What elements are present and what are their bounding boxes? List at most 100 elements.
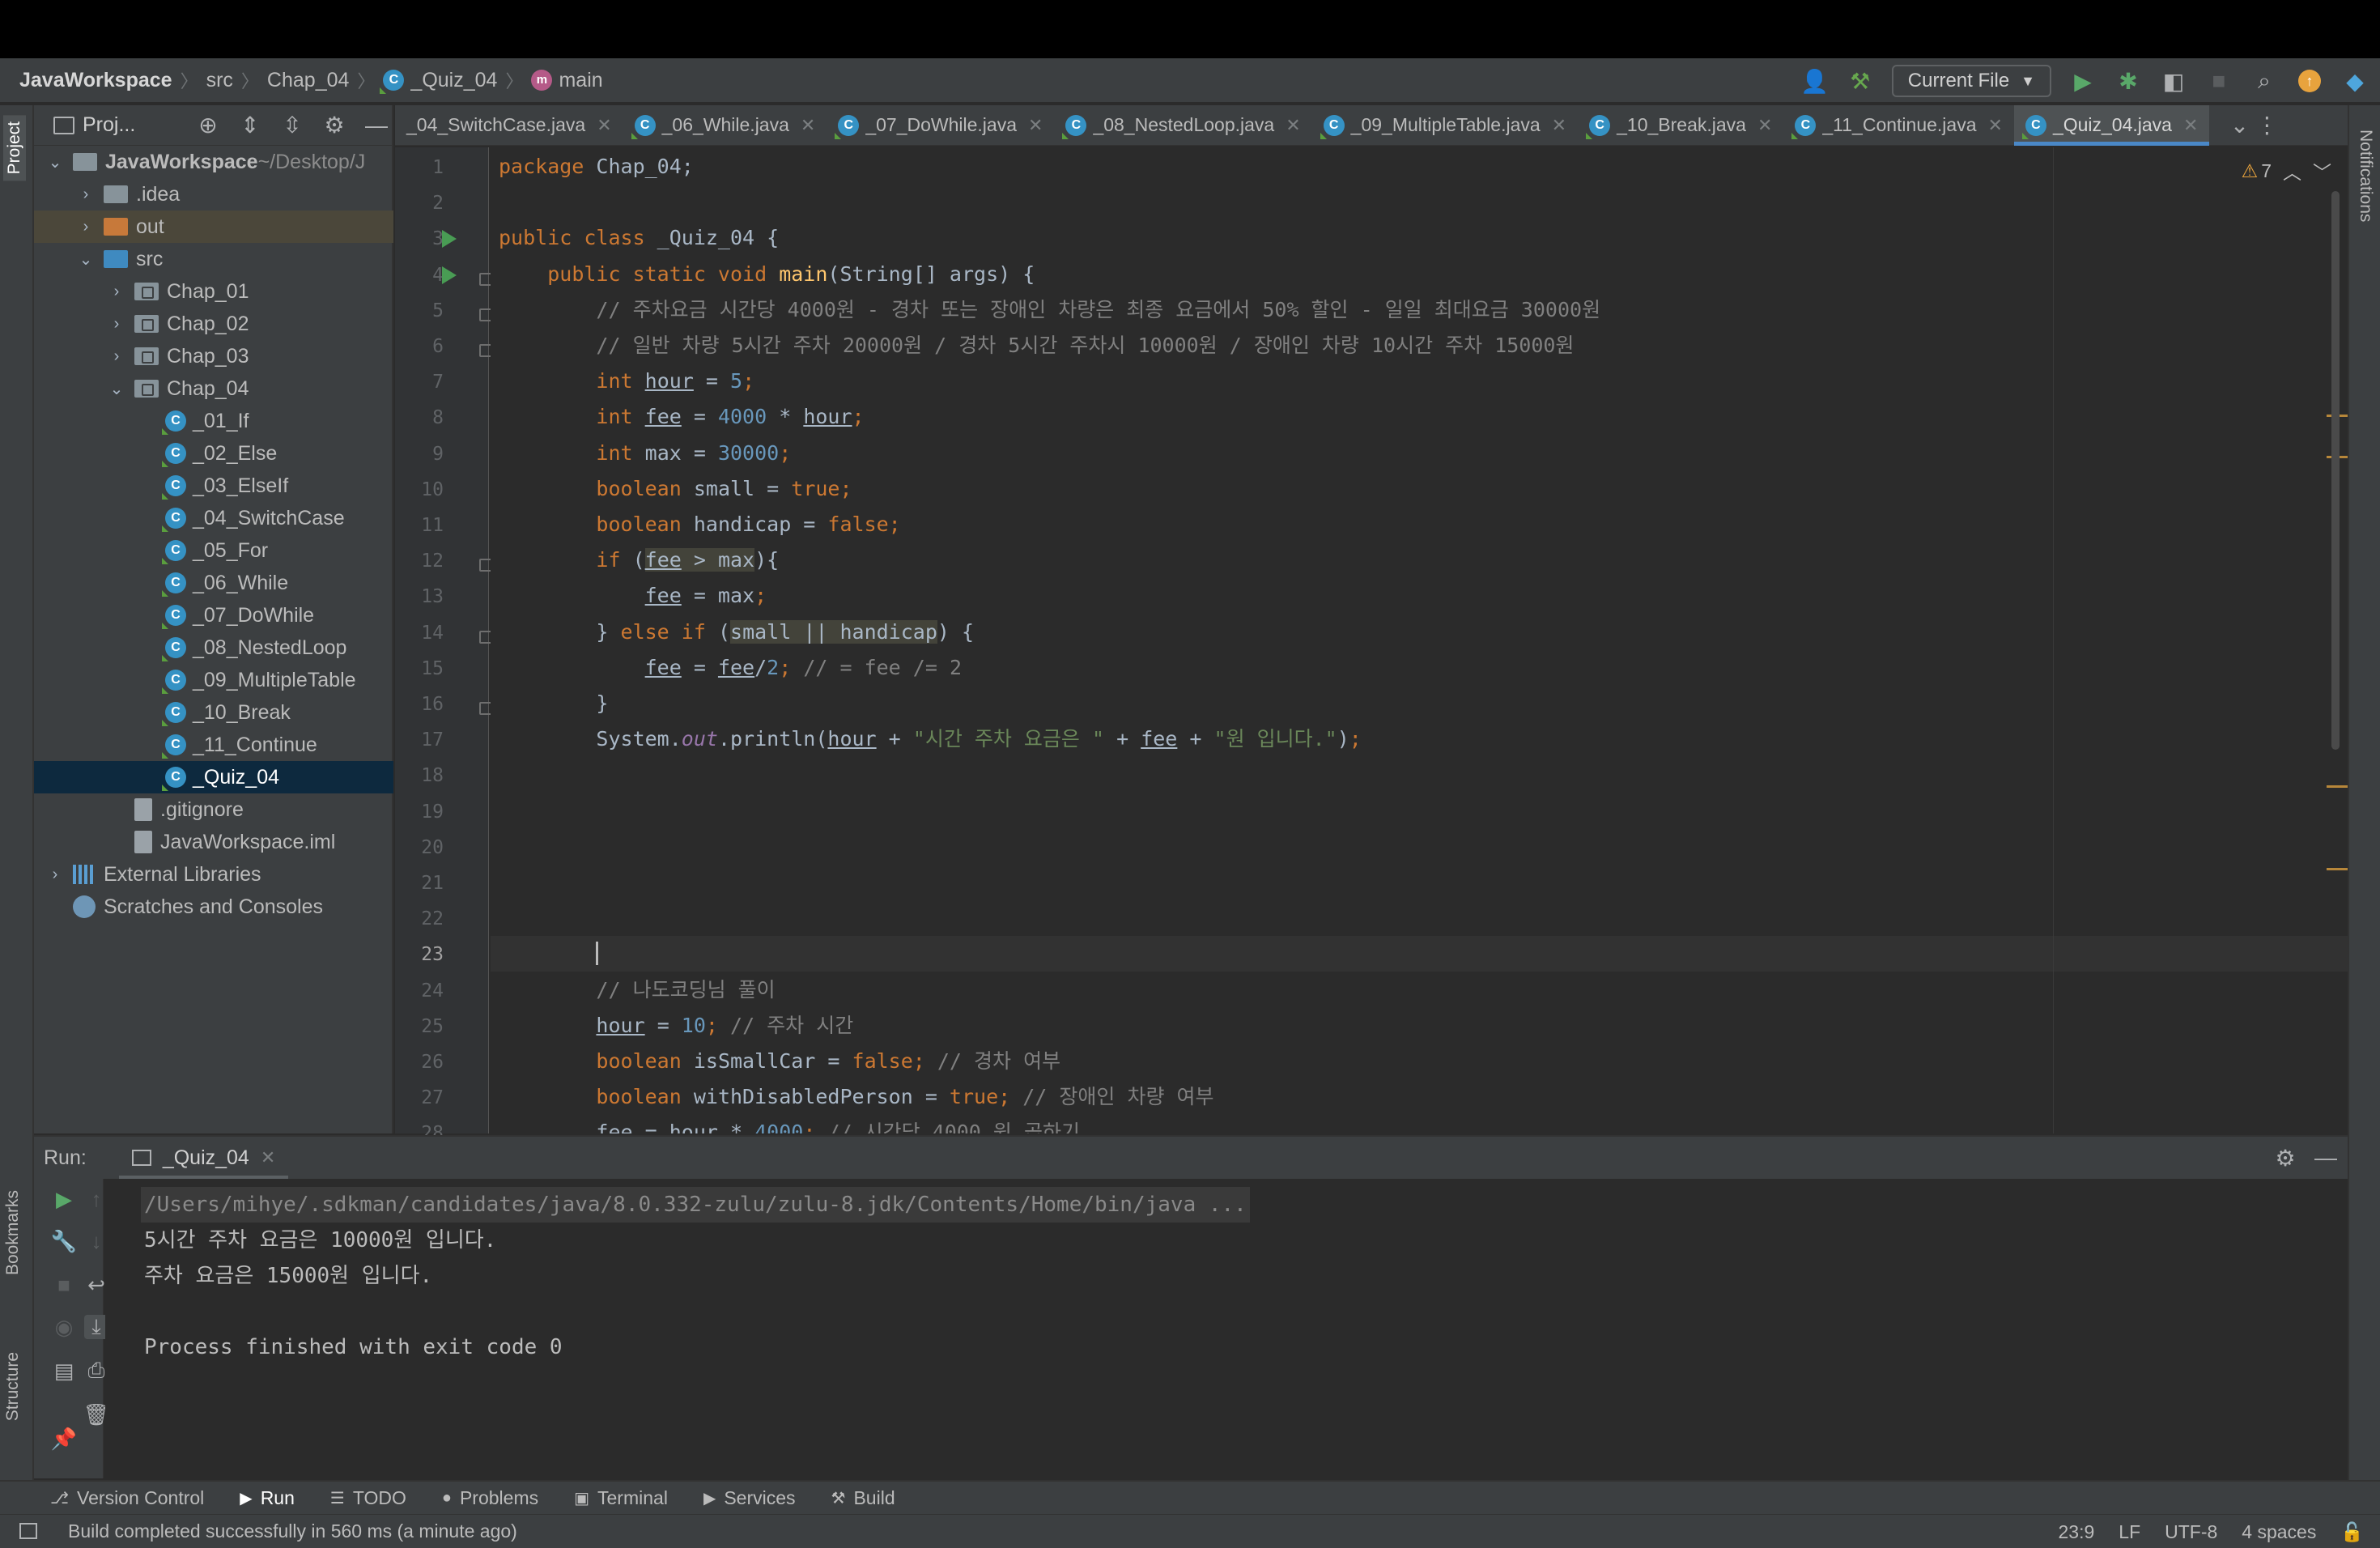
- breadcrumb-class[interactable]: _Quiz_04: [410, 69, 497, 92]
- editor-scrollbar[interactable]: [2331, 191, 2340, 750]
- chevron-down-icon[interactable]: ⌄: [47, 152, 63, 172]
- chevron-up-icon[interactable]: ︿: [2283, 157, 2301, 185]
- project-view-select[interactable]: Proj...: [83, 113, 180, 137]
- tree-item[interactable]: C _03_ElseIf: [34, 470, 393, 502]
- tree-item[interactable]: › out: [34, 211, 393, 243]
- tree-item[interactable]: ⌄ Chap_04: [34, 372, 393, 405]
- tool-window-terminal[interactable]: ▣ Terminal: [574, 1487, 668, 1509]
- tree-item[interactable]: .gitignore: [34, 793, 393, 826]
- warning-stripe-mark[interactable]: [2327, 868, 2348, 870]
- chevron-down-icon[interactable]: ⌄: [2225, 112, 2253, 139]
- indent-setting[interactable]: 4 spaces: [2242, 1521, 2316, 1543]
- run-console[interactable]: /Users/mihye/.sdkman/candidates/java/8.0…: [105, 1179, 2348, 1478]
- editor-tab[interactable]: C _07_DoWhile.java ✕: [827, 105, 1054, 146]
- editor-tab[interactable]: _04_SwitchCase.java ✕: [395, 105, 623, 146]
- tree-item[interactable]: C _08_NestedLoop: [34, 632, 393, 664]
- tool-window-version-control[interactable]: ⎇ Version Control: [50, 1487, 204, 1509]
- layout-icon[interactable]: ▤: [52, 1359, 76, 1383]
- tree-item[interactable]: › Chap_03: [34, 340, 393, 372]
- user-icon[interactable]: 👤: [1800, 67, 1829, 95]
- run-configuration-select[interactable]: Current File ▼: [1891, 65, 2051, 97]
- tree-item[interactable]: C _11_Continue: [34, 729, 393, 761]
- debug-icon[interactable]: ✱: [2114, 67, 2142, 95]
- editor-tab[interactable]: C _08_NestedLoop.java ✕: [1054, 105, 1311, 146]
- close-icon[interactable]: ✕: [1552, 115, 1566, 136]
- line-separator[interactable]: LF: [2119, 1521, 2140, 1543]
- chevron-right-icon[interactable]: ›: [108, 347, 125, 366]
- wrench-icon[interactable]: 🔧: [51, 1229, 77, 1253]
- close-icon[interactable]: ✕: [1028, 115, 1043, 136]
- editor-tab[interactable]: C _Quiz_04.java ✕: [2013, 104, 2210, 146]
- tree-item[interactable]: C _07_DoWhile: [34, 599, 393, 632]
- lock-icon[interactable]: 🔓: [2340, 1521, 2364, 1543]
- gear-icon[interactable]: ⚙: [2272, 1144, 2299, 1172]
- close-icon[interactable]: ✕: [1988, 115, 2003, 136]
- tree-item[interactable]: C _02_Else: [34, 437, 393, 470]
- inspection-widget[interactable]: ⚠ 7 ︿ ﹀: [2242, 157, 2331, 185]
- tree-item[interactable]: C _05_For: [34, 534, 393, 567]
- locate-icon[interactable]: ⊕: [194, 112, 222, 139]
- collapse-all-icon[interactable]: ⇳: [278, 112, 306, 139]
- run-gutter-icon[interactable]: [442, 230, 457, 249]
- editor-tab[interactable]: C _10_Break.java ✕: [1578, 105, 1783, 146]
- tool-window-services[interactable]: ▶ Services: [703, 1487, 796, 1509]
- chevron-right-icon[interactable]: ›: [78, 218, 94, 236]
- tree-item[interactable]: JavaWorkspace.iml: [34, 826, 393, 858]
- editor-tab[interactable]: C _06_While.java ✕: [623, 105, 827, 146]
- caret-position[interactable]: 23:9: [2059, 1521, 2095, 1543]
- chevron-down-icon[interactable]: ⌄: [108, 379, 125, 399]
- tree-item[interactable]: C _Quiz_04: [34, 761, 393, 793]
- tree-item[interactable]: C _04_SwitchCase: [34, 502, 393, 534]
- breadcrumb-project[interactable]: JavaWorkspace: [19, 69, 172, 92]
- close-icon[interactable]: ✕: [597, 115, 611, 136]
- close-icon[interactable]: ✕: [1286, 115, 1300, 136]
- chevron-right-icon[interactable]: ›: [47, 865, 63, 884]
- breadcrumb-method[interactable]: main: [559, 69, 602, 92]
- tool-window-build[interactable]: ⚒ Build: [831, 1487, 895, 1509]
- warning-stripe-mark[interactable]: [2327, 785, 2348, 788]
- close-icon[interactable]: ✕: [801, 115, 815, 136]
- hide-icon[interactable]: —: [2312, 1144, 2340, 1172]
- close-icon[interactable]: ✕: [261, 1147, 275, 1168]
- jetbrains-logo-icon[interactable]: ◆: [2341, 67, 2369, 95]
- run-tab[interactable]: _Quiz_04 ✕: [118, 1136, 289, 1180]
- breadcrumb-package[interactable]: Chap_04: [267, 69, 349, 92]
- bookmarks-tool-tab[interactable]: Bookmarks: [3, 1190, 23, 1275]
- pin-icon[interactable]: 📌: [51, 1427, 77, 1451]
- chevron-down-icon[interactable]: ⌄: [78, 249, 94, 270]
- chevron-down-icon[interactable]: ﹀: [2313, 157, 2331, 185]
- tool-window-todo[interactable]: ☰ TODO: [330, 1487, 406, 1509]
- notifications-tool-tab[interactable]: Notifications: [2356, 130, 2375, 222]
- camera-icon[interactable]: ◉: [52, 1315, 76, 1339]
- run-gutter-icon[interactable]: [442, 266, 457, 284]
- update-icon[interactable]: ↑: [2296, 67, 2323, 95]
- tree-item[interactable]: C _09_MultipleTable: [34, 664, 393, 696]
- structure-tool-tab[interactable]: Structure: [3, 1352, 23, 1421]
- tree-item[interactable]: › Chap_02: [34, 308, 393, 340]
- code-editor[interactable]: package Chap_04; public class _Quiz_04 { …: [491, 147, 2348, 1133]
- toggle-panels-icon[interactable]: [19, 1523, 37, 1539]
- chevron-right-icon[interactable]: ›: [108, 283, 125, 301]
- run-icon[interactable]: ▶: [2069, 67, 2097, 95]
- gear-icon[interactable]: ⚙: [321, 112, 348, 139]
- stop-icon[interactable]: ■: [2205, 67, 2233, 95]
- tree-item[interactable]: ⌄ src: [34, 243, 393, 275]
- tree-item[interactable]: › Chap_01: [34, 275, 393, 308]
- chevron-right-icon[interactable]: ›: [78, 185, 94, 204]
- editor-tab[interactable]: C _11_Continue.java ✕: [1783, 105, 2014, 146]
- tree-item[interactable]: ⌄ JavaWorkspace ~/Desktop/J: [34, 146, 393, 178]
- build-hammer-icon[interactable]: ⚒: [1847, 67, 1874, 95]
- tree-item[interactable]: Scratches and Consoles: [34, 891, 393, 923]
- breadcrumb-src[interactable]: src: [206, 69, 233, 92]
- coverage-icon[interactable]: ◧: [2160, 67, 2187, 95]
- tree-item[interactable]: › .idea: [34, 178, 393, 211]
- tree-item[interactable]: C _10_Break: [34, 696, 393, 729]
- more-options-icon[interactable]: ⋮: [2253, 112, 2280, 139]
- close-icon[interactable]: ✕: [1757, 115, 1772, 136]
- tool-window-problems[interactable]: ● Problems: [442, 1487, 538, 1509]
- project-tool-tab[interactable]: Project: [3, 115, 26, 181]
- stop-icon[interactable]: ■: [52, 1273, 76, 1297]
- search-icon[interactable]: ⌕: [2250, 67, 2278, 95]
- expand-all-icon[interactable]: ⇕: [236, 112, 264, 139]
- close-icon[interactable]: ✕: [2183, 115, 2198, 136]
